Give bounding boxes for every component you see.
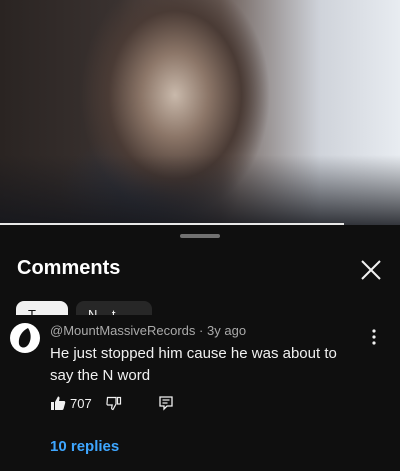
like-count: 707 — [70, 396, 92, 411]
meta-separator: · — [199, 323, 204, 338]
video-frame-shadow — [0, 155, 400, 225]
thumb-down-icon[interactable] — [106, 395, 122, 411]
reply-icon[interactable] — [158, 395, 174, 411]
sort-chip-top-label: T... — [28, 307, 46, 315]
comment-author[interactable]: @MountMassiveRecords — [50, 323, 195, 338]
comment-text: He just stopped him cause he was about t… — [50, 345, 337, 384]
view-replies-link[interactable]: 10 replies — [50, 438, 119, 455]
comments-panel: Comments T... N... t @MountMassiveRecord… — [0, 225, 400, 471]
drag-handle[interactable] — [180, 234, 220, 238]
comment-meta: @MountMassiveRecords · 3y ago — [50, 323, 246, 338]
comment-age: 3y ago — [207, 323, 247, 338]
comments-title: Comments — [17, 257, 121, 279]
avatar[interactable] — [10, 323, 40, 353]
close-icon[interactable] — [358, 257, 384, 283]
sort-chip-top[interactable]: T... — [16, 301, 68, 315]
more-vert-icon[interactable] — [366, 327, 382, 347]
sort-chip-newest-label: N... t — [88, 307, 116, 315]
sort-chip-row: T... N... t — [0, 299, 400, 315]
thumb-up-icon[interactable] — [50, 395, 66, 411]
video-player[interactable] — [0, 0, 400, 225]
sort-chip-newest[interactable]: N... t — [76, 301, 152, 315]
